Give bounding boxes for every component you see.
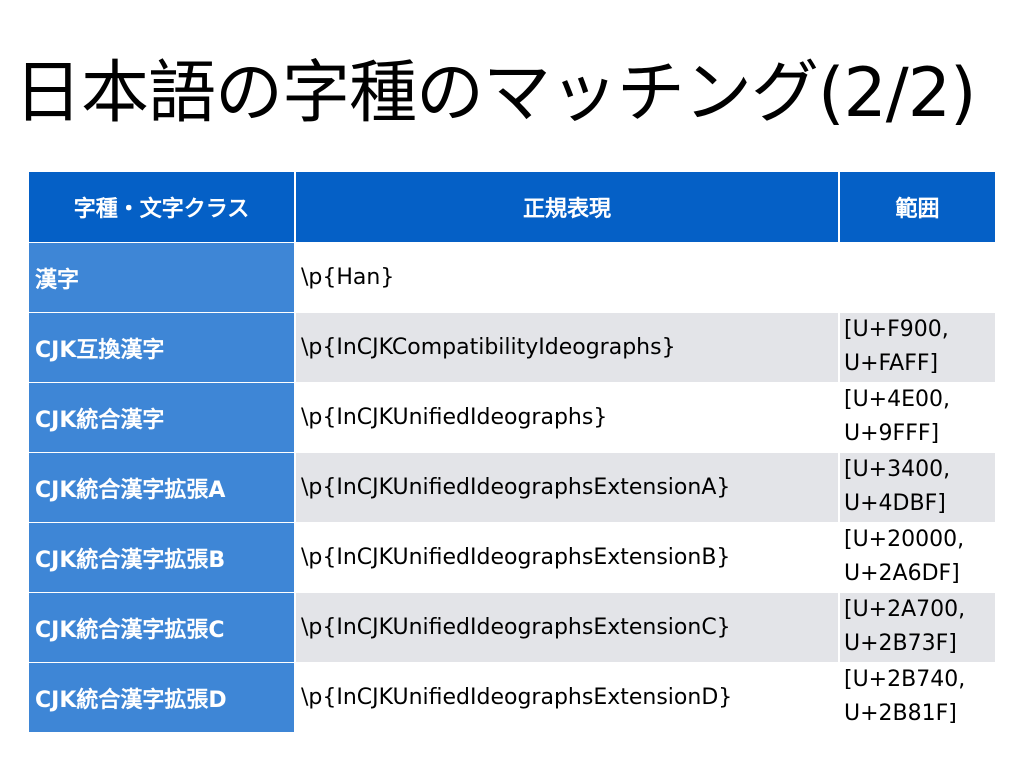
- table-row: CJK統合漢字拡張C \p{InCJKUnifiedIdeographsExte…: [29, 592, 995, 663]
- range-end: U+2B81F]: [844, 701, 957, 726]
- table-header-row: 字種・文字クラス 正規表現 範囲: [29, 172, 995, 243]
- range-cell: [U+4E00, U+9FFF]: [839, 382, 995, 453]
- char-class-cell: CJK統合漢字拡張C: [29, 592, 296, 663]
- regex-cell: \p{InCJKCompatibilityIdeographs}: [295, 312, 840, 383]
- range-cell: [U+20000, U+2A6DF]: [839, 522, 995, 593]
- slide-title: 日本語の字種のマッチング(2/2): [14, 54, 977, 133]
- char-class-cell: CJK統合漢字拡張D: [29, 662, 296, 732]
- range-start: [U+F900,: [844, 317, 949, 342]
- table-row: CJK統合漢字拡張A \p{InCJKUnifiedIdeographsExte…: [29, 452, 995, 523]
- header-regex: 正規表現: [295, 172, 840, 243]
- range-cell: [U+2B740, U+2B81F]: [839, 662, 995, 732]
- header-range: 範囲: [839, 172, 995, 243]
- range-start: [U+2B740,: [844, 667, 966, 692]
- table-row: 漢字 \p{Han}: [29, 242, 995, 313]
- regex-cell: \p{InCJKUnifiedIdeographsExtensionD}: [295, 662, 840, 732]
- char-class-cell: CJK統合漢字: [29, 382, 296, 453]
- table-row: CJK統合漢字 \p{InCJKUnifiedIdeographs} [U+4E…: [29, 382, 995, 453]
- range-cell: [U+F900, U+FAFF]: [839, 312, 995, 383]
- range-start: [U+4E00,: [844, 387, 951, 412]
- char-class-cell: CJK互換漢字: [29, 312, 296, 383]
- range-end: U+2B73F]: [844, 631, 957, 656]
- range-cell: [U+2A700, U+2B73F]: [839, 592, 995, 663]
- range-end: U+FAFF]: [844, 351, 939, 376]
- range-end: U+4DBF]: [844, 491, 946, 516]
- regex-cell: \p{InCJKUnifiedIdeographs}: [295, 382, 840, 453]
- range-end: U+9FFF]: [844, 421, 940, 446]
- char-class-cell: CJK統合漢字拡張A: [29, 452, 296, 523]
- range-cell: [839, 242, 995, 313]
- range-end: U+2A6DF]: [844, 561, 960, 586]
- table-row: CJK統合漢字拡張B \p{InCJKUnifiedIdeographsExte…: [29, 522, 995, 593]
- regex-cell: \p{InCJKUnifiedIdeographsExtensionC}: [295, 592, 840, 663]
- regex-cell: \p{InCJKUnifiedIdeographsExtensionB}: [295, 522, 840, 593]
- table-row: CJK統合漢字拡張D \p{InCJKUnifiedIdeographsExte…: [29, 662, 995, 732]
- range-start: [U+2A700,: [844, 597, 966, 622]
- regex-cell: \p{InCJKUnifiedIdeographsExtensionA}: [295, 452, 840, 523]
- range-cell: [U+3400, U+4DBF]: [839, 452, 995, 523]
- regex-cell: \p{Han}: [295, 242, 840, 313]
- header-char-class: 字種・文字クラス: [29, 172, 296, 243]
- char-class-table: 字種・文字クラス 正規表現 範囲 漢字 \p{Han} CJK互換漢字 \p{I…: [29, 172, 995, 732]
- char-class-cell: 漢字: [29, 242, 296, 313]
- char-class-cell: CJK統合漢字拡張B: [29, 522, 296, 593]
- range-start: [U+3400,: [844, 457, 951, 482]
- range-start: [U+20000,: [844, 527, 965, 552]
- table-row: CJK互換漢字 \p{InCJKCompatibilityIdeographs}…: [29, 312, 995, 383]
